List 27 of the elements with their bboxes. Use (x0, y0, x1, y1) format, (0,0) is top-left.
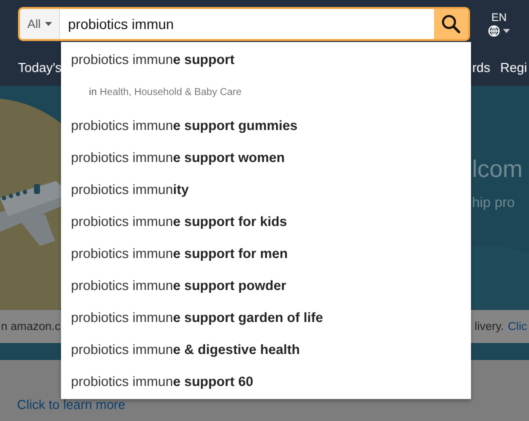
suggestion-item[interactable]: probiotics immunity (61, 173, 471, 205)
department-link[interactable]: Health, Household & Baby Care (100, 86, 242, 98)
suggestion-item[interactable]: probiotics immune support for men (61, 237, 471, 269)
search-bar[interactable]: All probiotics immun (18, 7, 470, 41)
suggestion-item[interactable]: probiotics immune support garden of life (61, 301, 471, 333)
suggestion-item[interactable]: probiotics immune support for kids (61, 205, 471, 237)
hero-title: lcom (472, 156, 523, 184)
globe-icon (488, 24, 500, 36)
suggestion-item[interactable]: probiotics immune support 60 (61, 365, 471, 397)
nav-link[interactable]: Today's (18, 60, 62, 74)
hero-subtitle: hip pro (472, 194, 516, 210)
caret-icon (44, 22, 52, 26)
search-button[interactable] (434, 9, 468, 39)
notice-text: livery. (474, 320, 504, 332)
nav-link[interactable]: Regi (500, 60, 527, 74)
notice-text: n amazon.c (1, 320, 60, 332)
nav-link[interactable]: rds (472, 60, 490, 74)
suggestion-item[interactable]: probiotics immune support gummies (61, 109, 471, 141)
category-dropdown[interactable]: All (20, 9, 60, 39)
department-prefix: in (89, 86, 97, 98)
suggestion-item[interactable]: probiotics immune & digestive health (61, 333, 471, 365)
search-icon (441, 14, 461, 34)
caret-icon (503, 28, 510, 32)
suggestion-item[interactable]: probiotics immune support women (61, 141, 471, 173)
language-selector[interactable]: EN (488, 12, 510, 36)
suggestion-item[interactable]: probiotics immune support (61, 43, 471, 75)
suggestion-item[interactable]: probiotics immune support powder (61, 269, 471, 301)
